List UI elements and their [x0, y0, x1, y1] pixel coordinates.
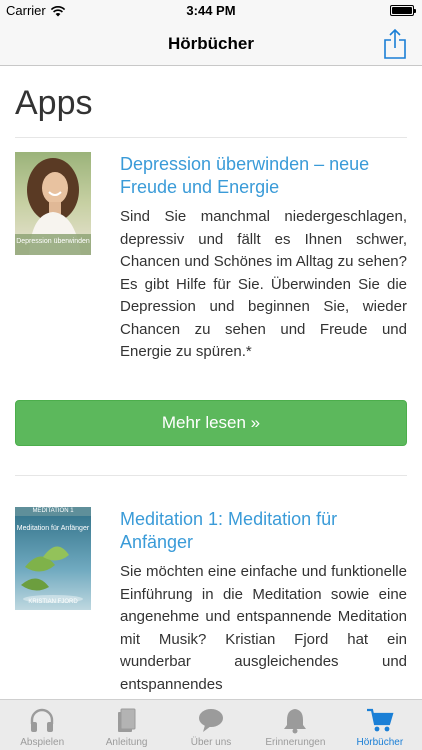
tab-label: Hörbücher	[356, 737, 404, 748]
divider	[15, 137, 407, 138]
tab-label: Anleitung	[105, 737, 148, 748]
tab-bar: Abspielen Anleitung Über uns Erinnerunge…	[0, 699, 422, 750]
status-bar: Carrier 3:44 PM	[0, 0, 422, 22]
tab-abspielen[interactable]: Abspielen	[0, 700, 84, 750]
cart-icon	[366, 708, 394, 732]
cover-author: KRISTIAN FJORD	[28, 599, 78, 605]
content-scroll-area[interactable]: Apps Depression überwinden Depression üb…	[0, 66, 422, 699]
tab-label: Erinnerungen	[265, 737, 326, 748]
tab-label: Abspielen	[20, 737, 65, 748]
item-description-meditation: Sie möchten eine einfache und funktionel…	[120, 563, 407, 693]
navigation-bar: Hörbücher	[0, 22, 422, 66]
item-description-depression: Sind Sie manchmal niedergeschlagen, depr…	[120, 208, 407, 360]
tab-label: Über uns	[190, 737, 232, 748]
bell-icon	[284, 709, 307, 734]
leaves-water-image	[15, 507, 91, 610]
tab-ueber-uns[interactable]: Über uns	[169, 700, 253, 750]
books-icon	[117, 708, 136, 732]
cover-title: Depression überwinden	[16, 238, 90, 245]
page-title: Hörbücher	[168, 34, 254, 53]
battery-icon	[390, 5, 416, 16]
share-icon[interactable]	[382, 28, 408, 60]
chat-bubble-icon	[199, 709, 224, 732]
depression-cover-image[interactable]: Depression überwinden	[15, 152, 91, 255]
meditation-cover-image[interactable]: MEDITATION 1 Meditation für Anfänger KRI…	[15, 507, 91, 610]
section-title: Apps	[15, 84, 93, 122]
tab-hoerbuecher[interactable]: Hörbücher	[338, 700, 422, 750]
divider	[15, 475, 407, 476]
tab-anleitung[interactable]: Anleitung	[84, 700, 168, 750]
item-title-meditation[interactable]: Meditation 1: Meditation für Anfänger	[120, 508, 410, 554]
headphones-icon	[31, 708, 54, 732]
cover-label: MEDITATION 1	[32, 508, 74, 514]
tab-erinnerungen[interactable]: Erinnerungen	[253, 700, 337, 750]
item-title-depression[interactable]: Depression überwinden – neue Freude und …	[120, 153, 410, 199]
cover-title: Meditation für Anfänger	[16, 525, 90, 532]
status-time: 3:44 PM	[186, 3, 236, 18]
read-more-button[interactable]: Mehr lesen »	[15, 400, 407, 446]
